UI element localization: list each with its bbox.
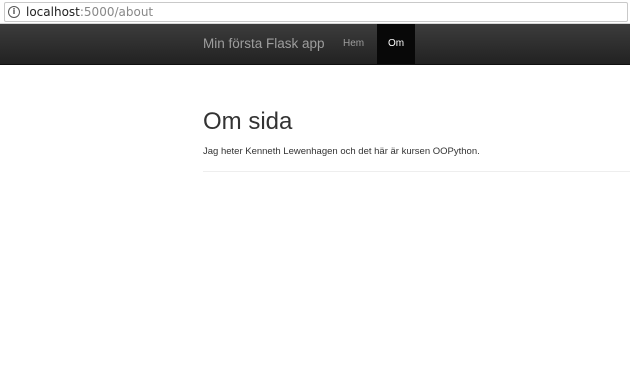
browser-address-bar: i localhost:5000/about xyxy=(0,0,630,24)
nav-item-om[interactable]: Om xyxy=(377,24,415,64)
divider xyxy=(203,171,630,172)
url-path: :5000/about xyxy=(79,4,154,19)
url-host: localhost xyxy=(26,4,80,19)
url-field[interactable]: i localhost:5000/about xyxy=(4,1,628,22)
info-icon[interactable]: i xyxy=(8,5,20,18)
page-title: Om sida xyxy=(203,108,293,135)
main-content: Om sida Jag heter Kenneth Lewenhagen och… xyxy=(203,108,630,172)
nav-item-hem[interactable]: Hem xyxy=(343,24,364,64)
top-navbar: Min första Flask app Hem Om xyxy=(0,24,630,65)
page-text: Jag heter Kenneth Lewenhagen och det här… xyxy=(203,146,480,157)
navbar-brand[interactable]: Min första Flask app xyxy=(203,24,325,64)
